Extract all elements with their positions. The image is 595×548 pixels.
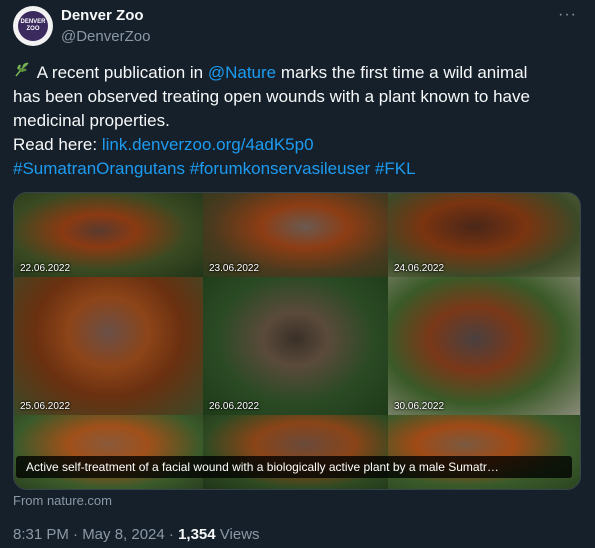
tweet-text: A recent publication in @Nature marks th…	[13, 60, 583, 181]
hashtag-forumkonservasileuser[interactable]: #forumkonservasileuser	[190, 159, 370, 178]
read-here-label: Read here:	[13, 135, 102, 154]
photo-date: 25.06.2022	[20, 401, 71, 412]
photo-date: 23.06.2022	[209, 263, 260, 274]
tweet-metadata: 8:31 PM · May 8, 2024 · 1,354 Views	[13, 526, 260, 543]
photo-22-06-2022: 22.06.2022	[14, 193, 203, 277]
avatar[interactable]: DENVER ZOO	[13, 6, 53, 46]
avatar-text-2: ZOO	[26, 26, 40, 32]
user-handle[interactable]: @DenverZoo	[61, 28, 150, 45]
photo-date: 26.06.2022	[209, 401, 260, 412]
photo-30-06-2022: 30.06.2022	[388, 277, 580, 415]
plant-emoji-icon	[13, 60, 33, 85]
photo-25-06-2022: 25.06.2022	[14, 277, 203, 415]
photo-date: 22.06.2022	[20, 263, 71, 274]
timestamp[interactable]: 8:31 PM · May 8, 2024 ·	[13, 526, 178, 543]
media-card-image[interactable]: 22.06.2022 23.06.2022 24.06.2022 25.06.2…	[13, 192, 581, 490]
nature-mention-link[interactable]: @Nature	[208, 63, 276, 82]
link-source[interactable]: From nature.com	[13, 493, 112, 508]
photo-24-06-2022: 24.06.2022	[388, 193, 580, 277]
display-name[interactable]: Denver Zoo	[61, 7, 144, 24]
photo-23-06-2022: 23.06.2022	[203, 193, 388, 277]
hashtag-fkl[interactable]: #FKL	[375, 159, 416, 178]
tweet-line-2: has been observed treating open wounds w…	[13, 87, 530, 106]
denver-zoo-logo: DENVER ZOO	[18, 11, 48, 41]
avatar-text-1: DENVER	[20, 19, 46, 25]
media-caption: Active self-treatment of a facial wound …	[16, 456, 572, 478]
photo-date: 30.06.2022	[394, 401, 445, 412]
tweet-line-3: medicinal properties.	[13, 111, 170, 130]
article-link[interactable]: link.denverzoo.org/4adK5p0	[102, 135, 314, 154]
views-count: 1,354	[178, 526, 216, 543]
views-label: Views	[215, 526, 260, 543]
more-options-icon[interactable]: ···	[558, 6, 577, 24]
photo-date: 24.06.2022	[394, 263, 445, 274]
photo-26-06-2022: 26.06.2022	[203, 277, 388, 415]
hashtag-sumatran-orangutans[interactable]: #SumatranOrangutans	[13, 159, 185, 178]
